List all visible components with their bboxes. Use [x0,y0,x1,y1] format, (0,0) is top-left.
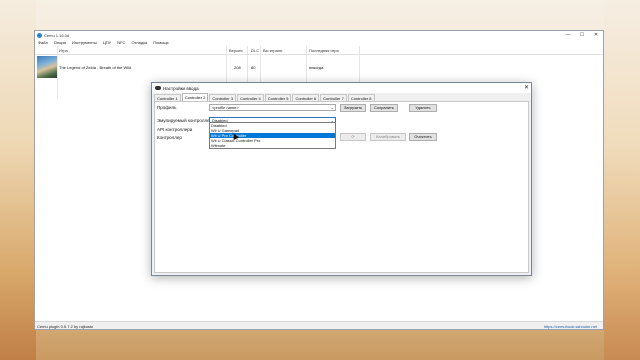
tab-controller-3[interactable]: Controller 3 [209,94,237,101]
profile-combo[interactable]: <profile name> ⌄ [209,104,336,111]
dialog-close-button[interactable]: ✕ [524,84,529,92]
status-text: Cemu plugin 0.5.7.2 by rajkosto [37,324,94,329]
chevron-down-icon: ⌄ [330,105,334,110]
desktop-background-left [0,0,36,360]
dialog-title-bar: Настройки ввода [152,83,531,93]
window-controls: — ☐ ✕ [561,31,603,39]
status-link[interactable]: https://cemuhook.sshnuke.net [544,324,597,329]
column-header-dlc[interactable]: DLC [251,48,259,53]
menu-cpu[interactable]: ЦПУ [102,40,112,45]
calibrate-button[interactable]: Калибровать [370,133,406,141]
tab-controller-7[interactable]: Controller 7 [320,94,347,101]
menu-nfc[interactable]: NFC [116,40,126,45]
menu-options[interactable]: Опции [53,40,67,45]
emulated-controller-label: Эмулируемый контроллер [157,118,213,123]
load-profile-button[interactable]: Загрузить [340,104,366,112]
game-list-header: Игра Версия DLC Вы играли Последняя игра [35,46,603,55]
clear-button[interactable]: Очистить [409,133,437,141]
cemu-app-icon [37,32,42,38]
save-profile-button[interactable]: Сохранить [370,104,398,112]
title-bar: Cemu 1.16.0d — ☐ ✕ [35,31,603,39]
menu-bar: Файл Опции Инструменты ЦПУ NFC Отладка П… [35,39,603,46]
column-header-played[interactable]: Вы играли [263,48,282,53]
table-row[interactable]: The Legend of Zelda - Breath of the Wild… [35,56,603,78]
refresh-button[interactable]: ⟳ [340,133,366,141]
tab-controller-1[interactable]: Controller 1 [154,94,181,101]
gamepad-icon [155,86,161,90]
menu-help[interactable]: Помощь [152,40,169,45]
tab-controller-2[interactable]: Controller 2 [181,93,209,101]
game-title: The Legend of Zelda - Breath of the Wild [59,65,132,70]
menu-file[interactable]: Файл [37,40,49,45]
minimize-button[interactable]: — [561,31,575,39]
column-header-game[interactable]: Игра [59,48,68,53]
tab-controller-5[interactable]: Controller 5 [264,94,292,101]
tab-controller-4[interactable]: Controller 4 [237,94,264,101]
game-dlc: 80 [251,65,256,70]
dropdown-option-wiimote[interactable]: Wiimote [210,143,335,148]
controller-api-label: API контроллера [157,127,193,132]
input-settings-dialog: Настройки ввода ✕ Controller 1 Controlle… [151,82,532,276]
column-header-last-played[interactable]: Последняя игра [309,48,339,53]
emulated-controller-dropdown: Disabled Wii U Gamepad Wii U Pro Control… [209,122,336,149]
game-last-played: никогда [309,65,324,70]
delete-profile-button[interactable]: Удалить [409,104,437,112]
menu-tools[interactable]: Инструменты [71,40,98,45]
tab-controller-8[interactable]: Controller 8 [347,94,375,101]
desktop-background-right [604,0,640,360]
controller-settings-panel: Профиль <profile name> ⌄ Загрузить Сохра… [154,101,529,273]
profile-combo-value: <profile name> [212,105,239,110]
close-button[interactable]: ✕ [589,31,603,39]
dialog-title: Настройки ввода [163,85,199,91]
tab-controller-6[interactable]: Controller 6 [292,94,320,101]
profile-label: Профиль [157,105,177,110]
window-title: Cemu 1.16.0d [44,32,70,38]
status-bar: Cemu plugin 0.5.7.2 by rajkosto https://… [35,321,603,329]
maximize-button[interactable]: ☐ [575,31,589,39]
menu-debug[interactable]: Отладка [130,40,148,45]
column-header-version[interactable]: Версия [229,48,243,53]
game-cover-icon [37,56,57,78]
game-version: 208 [234,65,241,70]
controller-label: Контроллер [157,135,182,140]
